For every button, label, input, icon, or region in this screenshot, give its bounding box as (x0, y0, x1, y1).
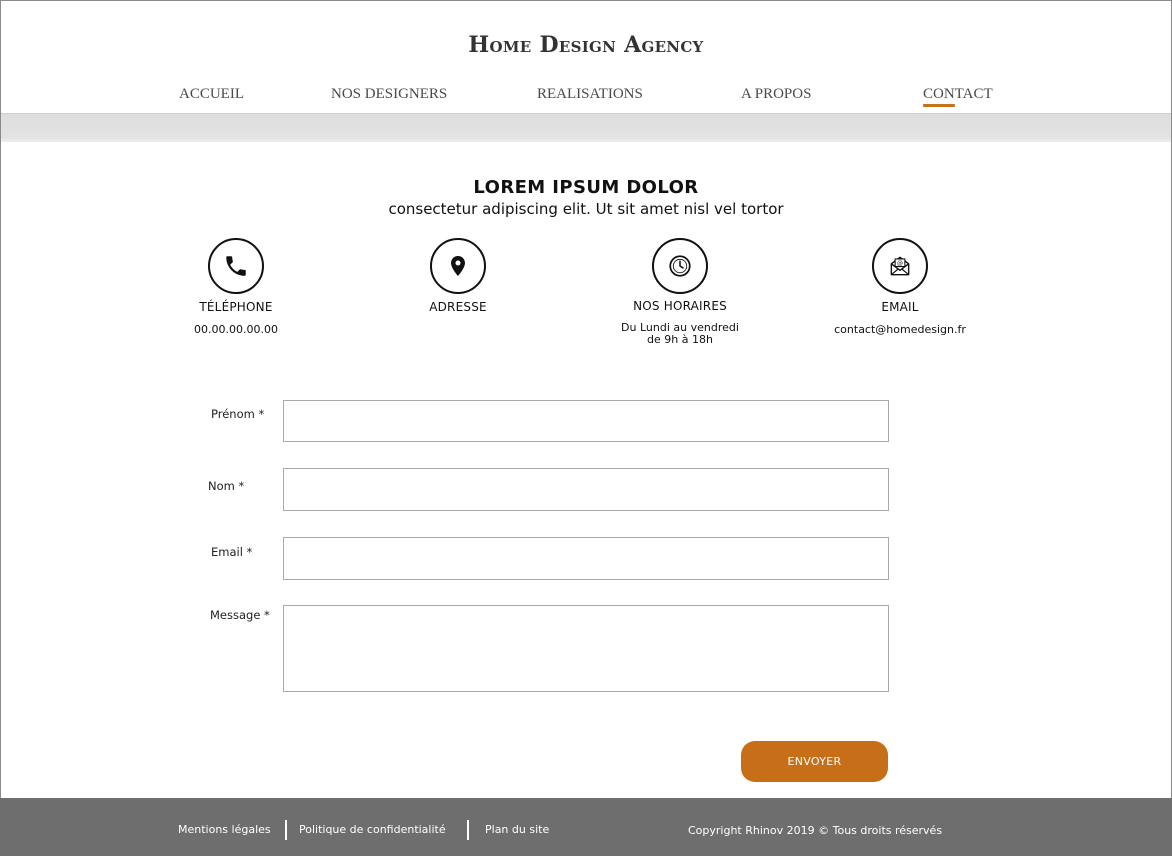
prenom-field[interactable] (283, 400, 889, 442)
nav-item-accueil[interactable]: ACCUEIL (179, 86, 244, 103)
info-telephone-value[interactable]: 00.00.00.00.00 (126, 324, 346, 336)
info-adresse-title: ADRESSE (429, 300, 487, 314)
info-email-value[interactable]: contact@homedesign.fr (790, 324, 1010, 336)
info-horaires: NOS HORAIRES Du Lundi au vendredi de 9h … (570, 238, 790, 346)
prenom-label: Prénom * (211, 407, 265, 421)
nom-field[interactable] (283, 468, 889, 511)
nav-item-realisations[interactable]: REALISATIONS (537, 86, 643, 103)
footer-separator (467, 820, 469, 840)
email-field[interactable] (283, 537, 889, 580)
footer: Mentions légales Politique de confidenti… (0, 798, 1172, 856)
message-label: Message * (210, 608, 270, 622)
main-nav: ACCUEIL NOS DESIGNERS REALISATIONS A PRO… (0, 86, 1172, 107)
email-label: Email * (211, 545, 253, 559)
nav-item-nos-designers[interactable]: NOS DESIGNERS (331, 86, 447, 103)
page-heading: LOREM IPSUM DOLOR (473, 177, 699, 198)
info-horaires-value: Du Lundi au vendredi de 9h à 18h (621, 321, 739, 346)
footer-link-politique-confidentialite[interactable]: Politique de confidentialité (299, 823, 446, 836)
clock-icon (652, 238, 708, 294)
info-telephone-title: TÉLÉPHONE (199, 300, 273, 314)
info-email-title: EMAIL (881, 300, 919, 314)
email-envelope-icon: @ (872, 238, 928, 294)
page-subheading: consectetur adipiscing elit. Ut sit amet… (388, 200, 784, 218)
brand-title[interactable]: Home Design Agency (0, 32, 1172, 58)
nom-label: Nom * (208, 479, 245, 493)
nav-item-contact-label: CONTACT (923, 86, 993, 102)
footer-separator (285, 820, 287, 840)
copyright-text: Copyright Rhinov 2019 © Tous droits rése… (688, 824, 943, 837)
info-horaires-title: NOS HORAIRES (633, 299, 727, 313)
info-telephone: TÉLÉPHONE 00.00.00.00.00 (126, 238, 346, 336)
location-pin-icon (430, 238, 486, 294)
footer-link-plan-du-site[interactable]: Plan du site (485, 823, 549, 836)
info-email: @ EMAIL contact@homedesign.fr (790, 238, 1010, 336)
message-field[interactable] (283, 605, 889, 692)
nav-item-contact[interactable]: CONTACT (923, 86, 993, 107)
phone-icon (208, 238, 264, 294)
svg-text:@: @ (897, 260, 903, 267)
send-button[interactable]: ENVOYER (741, 741, 888, 782)
info-adresse: ADRESSE (348, 238, 568, 324)
active-nav-indicator (923, 104, 955, 107)
footer-link-mentions-legales[interactable]: Mentions légales (178, 823, 271, 836)
nav-item-a-propos[interactable]: A PROPOS (741, 86, 811, 103)
header-band (1, 114, 1171, 142)
